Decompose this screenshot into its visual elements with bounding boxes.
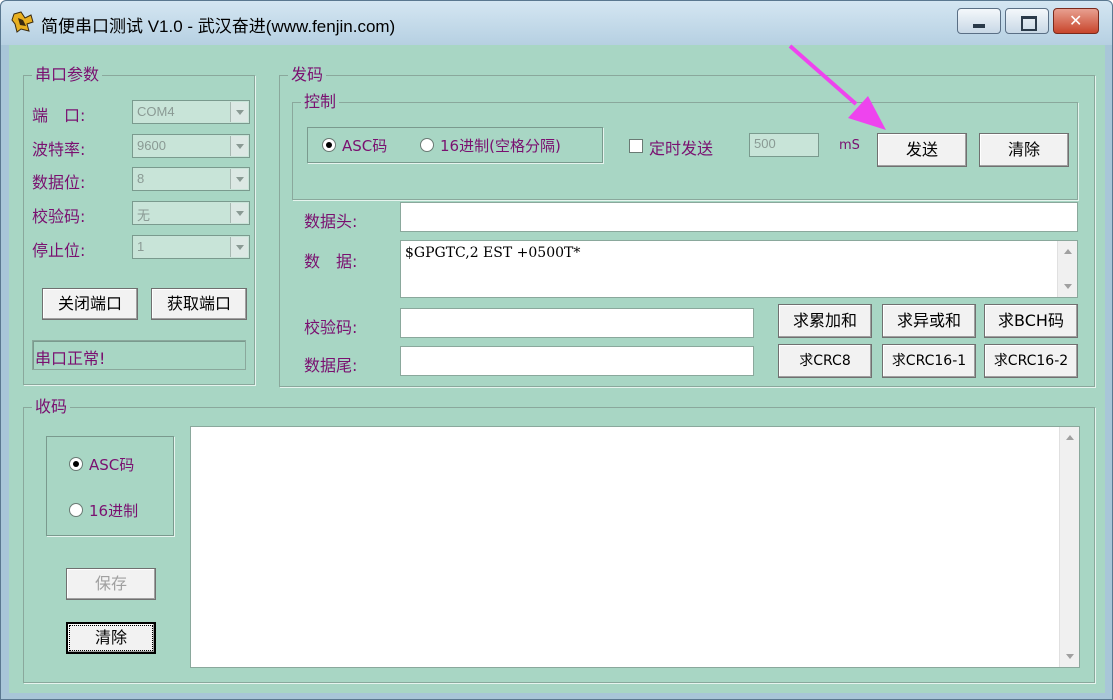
received-text-area[interactable] [190, 426, 1080, 668]
bch-button[interactable]: 求BCH码 [984, 304, 1078, 338]
port-status: 串口正常! [32, 340, 246, 370]
send-hex-label: 16进制(空格分隔) [440, 137, 561, 155]
crc16-2-button[interactable]: 求CRC16-2 [984, 344, 1078, 378]
stopbits-label: 停止位: [32, 241, 86, 260]
send-asc-label: ASC码 [342, 137, 388, 155]
header-label: 数据头: [304, 212, 358, 231]
app-window: 简便串口测试 V1.0 - 武汉奋进(www.fenjin.com) 串口参数 … [0, 0, 1113, 700]
send-hex-radio[interactable] [420, 138, 434, 152]
scroll-down-icon [1066, 654, 1074, 659]
port-select[interactable]: COM4 [132, 100, 250, 124]
interval-input[interactable]: 500 [749, 133, 819, 157]
receive-group-title: 收码 [32, 398, 71, 416]
save-button[interactable]: 保存 [66, 568, 156, 600]
recv-hex-label: 16进制 [89, 502, 139, 520]
chevron-down-icon [230, 169, 248, 189]
receive-group: 收码 ASC码 16进制 保存 清除 [23, 398, 1095, 683]
timed-send-checkbox[interactable] [629, 139, 643, 153]
app-logo-icon [11, 11, 34, 33]
close-icon[interactable] [1053, 8, 1099, 34]
send-clear-button[interactable]: 清除 [979, 133, 1069, 167]
interval-unit: mS [839, 138, 860, 153]
send-button[interactable]: 发送 [877, 133, 967, 167]
sum-button[interactable]: 求累加和 [778, 304, 872, 338]
recv-hex-radio[interactable] [69, 503, 83, 517]
scroll-up-icon [1066, 435, 1074, 440]
baud-label: 波特率: [32, 140, 86, 159]
receive-encoding-box: ASC码 16进制 [46, 436, 174, 536]
data-label: 数 据: [304, 252, 358, 271]
baud-select[interactable]: 9600 [132, 134, 250, 158]
scroll-down-icon [1064, 284, 1072, 289]
receive-clear-button[interactable]: 清除 [66, 622, 156, 654]
parity-select[interactable]: 无 [132, 201, 250, 225]
control-group-title: 控制 [301, 93, 340, 111]
chevron-down-icon [230, 136, 248, 156]
send-asc-radio[interactable] [322, 138, 336, 152]
timed-send-label: 定时发送 [649, 139, 714, 158]
scroll-up-icon [1064, 249, 1072, 254]
stopbits-select[interactable]: 1 [132, 235, 250, 259]
chevron-down-icon [230, 102, 248, 122]
client-area: 串口参数 端 口: COM4 波特率: 9600 数据位: 8 校验码: 无 停… [9, 45, 1105, 693]
chevron-down-icon [230, 203, 248, 223]
checksum-label: 校验码: [304, 318, 358, 337]
control-group: 控制 ASC码 16进制(空格分隔) 定时发送 500 mS 发送 清除 [292, 93, 1078, 200]
data-scrollbar[interactable] [1057, 241, 1077, 297]
close-port-button[interactable]: 关闭端口 [42, 288, 138, 320]
encoding-radio-box: ASC码 16进制(空格分隔) [307, 127, 603, 163]
port-label: 端 口: [32, 106, 86, 125]
serial-params-title: 串口参数 [32, 66, 103, 84]
data-input[interactable]: $GPGTC,2 EST +0500T* [400, 240, 1078, 298]
received-scrollbar[interactable] [1059, 427, 1079, 667]
maximize-icon[interactable] [1005, 8, 1049, 34]
chevron-down-icon [230, 237, 248, 257]
minimize-icon[interactable] [957, 8, 1001, 34]
recv-asc-label: ASC码 [89, 456, 135, 474]
crc8-button[interactable]: 求CRC8 [778, 344, 872, 378]
title-bar[interactable]: 简便串口测试 V1.0 - 武汉奋进(www.fenjin.com) [1, 1, 1112, 45]
window-title: 简便串口测试 V1.0 - 武汉奋进(www.fenjin.com) [41, 17, 396, 36]
tail-label: 数据尾: [304, 356, 358, 375]
tail-input[interactable] [400, 346, 754, 376]
xor-button[interactable]: 求异或和 [882, 304, 976, 338]
serial-params-group: 串口参数 端 口: COM4 波特率: 9600 数据位: 8 校验码: 无 停… [23, 66, 255, 385]
parity-label: 校验码: [32, 207, 86, 226]
crc16-1-button[interactable]: 求CRC16-1 [882, 344, 976, 378]
header-input[interactable] [400, 202, 1078, 232]
send-group: 发码 控制 ASC码 16进制(空格分隔) 定时发送 500 mS 发送 清除 … [279, 66, 1095, 387]
databits-label: 数据位: [32, 173, 86, 192]
send-group-title: 发码 [288, 66, 327, 84]
checksum-input[interactable] [400, 308, 754, 338]
databits-select[interactable]: 8 [132, 167, 250, 191]
recv-asc-radio[interactable] [69, 457, 83, 471]
get-port-button[interactable]: 获取端口 [151, 288, 247, 320]
